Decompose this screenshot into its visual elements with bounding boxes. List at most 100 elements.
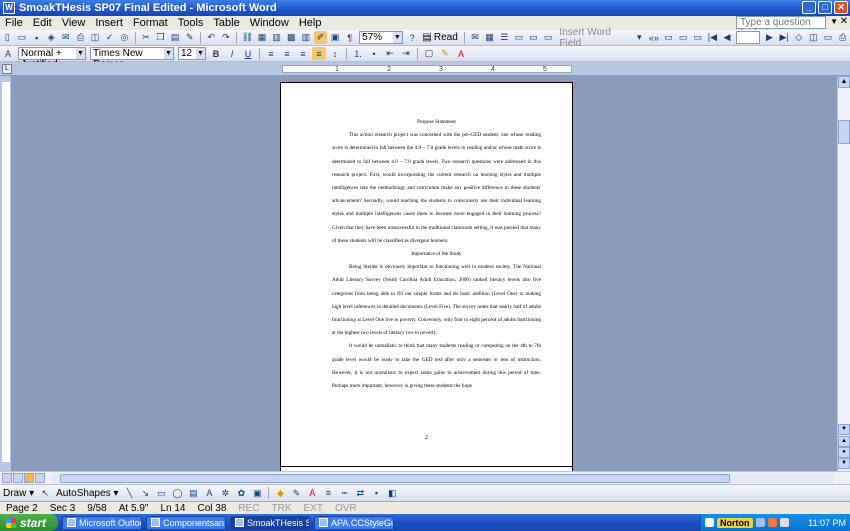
style-select[interactable]: Normal + Justified, ▼ <box>18 47 86 70</box>
3d-style-icon[interactable]: ◧ <box>385 487 399 500</box>
vertical-scrollbar[interactable]: ▲ ▼ ▲ ● ▼ <box>837 76 850 471</box>
cut-icon[interactable]: ✂ <box>140 31 153 44</box>
status-rec[interactable]: REC <box>232 503 265 514</box>
line-icon[interactable]: ╲ <box>122 487 136 500</box>
merge-new-doc-icon[interactable]: ▭ <box>822 31 835 44</box>
insert-table-icon[interactable]: ▥ <box>270 31 283 44</box>
tables-borders-icon[interactable]: ▦ <box>256 31 269 44</box>
greeting-line-icon[interactable]: ▭ <box>527 31 540 44</box>
fill-color-icon[interactable]: ◆ <box>273 487 287 500</box>
menu-insert[interactable]: Insert <box>90 17 128 29</box>
propagate-labels-icon[interactable]: ▭ <box>691 31 704 44</box>
spelling-icon[interactable]: ✓ <box>103 31 116 44</box>
data-source-icon[interactable]: ▦ <box>483 31 496 44</box>
italic-button[interactable]: I <box>225 47 239 60</box>
taskbar-item-thesis[interactable]: SmoakTHesis SP... <box>230 515 310 530</box>
close-document-icon[interactable]: ✕ <box>840 16 848 27</box>
text-box-icon[interactable]: ▤ <box>186 487 200 500</box>
menu-tools[interactable]: Tools <box>173 17 209 29</box>
document-body[interactable]: Purpose Statement This action research p… <box>332 116 541 393</box>
menu-table[interactable]: Table <box>208 17 244 29</box>
taskbar-item-components[interactable]: Componentsan... <box>146 515 226 530</box>
vertical-ruler[interactable] <box>0 76 12 471</box>
read-button[interactable]: ▤ Read <box>419 32 460 43</box>
outline-view-icon[interactable] <box>35 473 45 483</box>
insert-excel-icon[interactable]: ▩ <box>285 31 298 44</box>
decrease-indent-icon[interactable]: ⇤ <box>383 47 397 60</box>
increase-indent-icon[interactable]: ⇥ <box>399 47 413 60</box>
menu-help[interactable]: Help <box>294 17 327 29</box>
align-left-icon[interactable]: ≡ <box>264 47 278 60</box>
line-style-icon[interactable]: ≡ <box>321 487 335 500</box>
minimize-button[interactable]: _ <box>802 1 816 14</box>
taskbar-item-outlook[interactable]: Microsoft Outloo... <box>62 515 142 530</box>
help-tray-icon[interactable] <box>705 518 714 527</box>
justify-icon[interactable]: ≡ <box>312 47 326 60</box>
columns-icon[interactable]: ▥ <box>300 31 313 44</box>
rectangle-icon[interactable]: ▭ <box>154 487 168 500</box>
redo-icon[interactable]: ↷ <box>220 31 233 44</box>
save-icon[interactable]: ▪ <box>30 31 43 44</box>
document-area[interactable]: Purpose Statement This action research p… <box>12 76 837 471</box>
view-merged-data-icon[interactable]: «» <box>648 31 661 44</box>
permission-icon[interactable]: ◈ <box>45 31 58 44</box>
security-tray-icon[interactable] <box>767 518 777 527</box>
underline-button[interactable]: U <box>241 47 255 60</box>
paste-icon[interactable]: ▤ <box>169 31 182 44</box>
status-ext[interactable]: EXT <box>298 503 329 514</box>
help-icon[interactable]: ? <box>406 31 419 44</box>
match-fields-icon[interactable]: ▭ <box>677 31 690 44</box>
scroll-up-icon[interactable]: ▲ <box>838 76 850 88</box>
recipients-icon[interactable]: ☰ <box>498 31 511 44</box>
address-block-icon[interactable]: ▭ <box>513 31 526 44</box>
bullets-icon[interactable]: • <box>367 47 381 60</box>
font-size-select[interactable]: 12 ▼ <box>178 47 206 60</box>
oval-icon[interactable]: ◯ <box>170 487 184 500</box>
network-tray-icon[interactable] <box>755 518 765 527</box>
print-icon[interactable]: ⎙ <box>74 31 87 44</box>
research-icon[interactable]: ◎ <box>118 31 131 44</box>
scroll-thumb[interactable] <box>838 120 850 144</box>
merge-printer-icon[interactable]: ⎙ <box>836 31 849 44</box>
print-layout-icon[interactable] <box>24 473 34 483</box>
clock[interactable]: 11:07 PM <box>808 518 850 528</box>
zoom-select[interactable]: 57% ▼ <box>359 31 403 44</box>
show-hide-icon[interactable]: ¶ <box>343 31 356 44</box>
browse-object-icon[interactable]: ● <box>838 447 850 458</box>
highlight-fields-icon[interactable]: ▭ <box>662 31 675 44</box>
dash-style-icon[interactable]: ┅ <box>337 487 351 500</box>
find-entry-icon[interactable]: ◇ <box>792 31 805 44</box>
help-search-input[interactable]: Type a question for help <box>736 16 826 39</box>
norton-tray-icon[interactable]: Norton <box>717 517 753 528</box>
hyperlink-icon[interactable]: ⛓ <box>241 31 254 44</box>
align-right-icon[interactable]: ≡ <box>296 47 310 60</box>
next-page-icon[interactable]: ▼ <box>838 458 850 469</box>
autoshapes-menu[interactable]: AutoShapes ▾ <box>53 488 121 499</box>
document-page[interactable]: Purpose Statement This action research p… <box>280 82 573 467</box>
styles-pane-icon[interactable]: A <box>1 47 15 60</box>
next-record-icon[interactable]: ▶ <box>763 31 776 44</box>
check-errors-icon[interactable]: ◫ <box>807 31 820 44</box>
align-center-icon[interactable]: ≡ <box>280 47 294 60</box>
first-record-icon[interactable]: |◀ <box>706 31 719 44</box>
font-color-icon[interactable]: A <box>454 47 468 60</box>
last-record-icon[interactable]: ▶| <box>778 31 791 44</box>
shadow-icon[interactable]: ▪ <box>369 487 383 500</box>
print-preview-icon[interactable]: ◫ <box>89 31 102 44</box>
close-button[interactable]: ✕ <box>834 1 848 14</box>
status-ovr[interactable]: OVR <box>329 503 363 514</box>
normal-view-icon[interactable] <box>2 473 12 483</box>
wordart-icon[interactable]: A <box>202 487 216 500</box>
record-number-input[interactable] <box>736 31 761 44</box>
select-objects-icon[interactable]: ↖ <box>38 487 52 500</box>
insert-word-field-dropdown-icon[interactable]: ▾ <box>633 31 646 44</box>
borders-icon[interactable]: ▢ <box>422 47 436 60</box>
draw-font-color-icon[interactable]: A <box>305 487 319 500</box>
numbering-icon[interactable]: ⒈ <box>351 47 365 60</box>
arrow-icon[interactable]: ↘ <box>138 487 152 500</box>
word-app-icon[interactable]: W <box>3 2 15 14</box>
menu-edit[interactable]: Edit <box>28 17 57 29</box>
menu-file[interactable]: File <box>0 17 28 29</box>
format-painter-icon[interactable]: ✎ <box>183 31 196 44</box>
bold-button[interactable]: B <box>209 47 223 60</box>
